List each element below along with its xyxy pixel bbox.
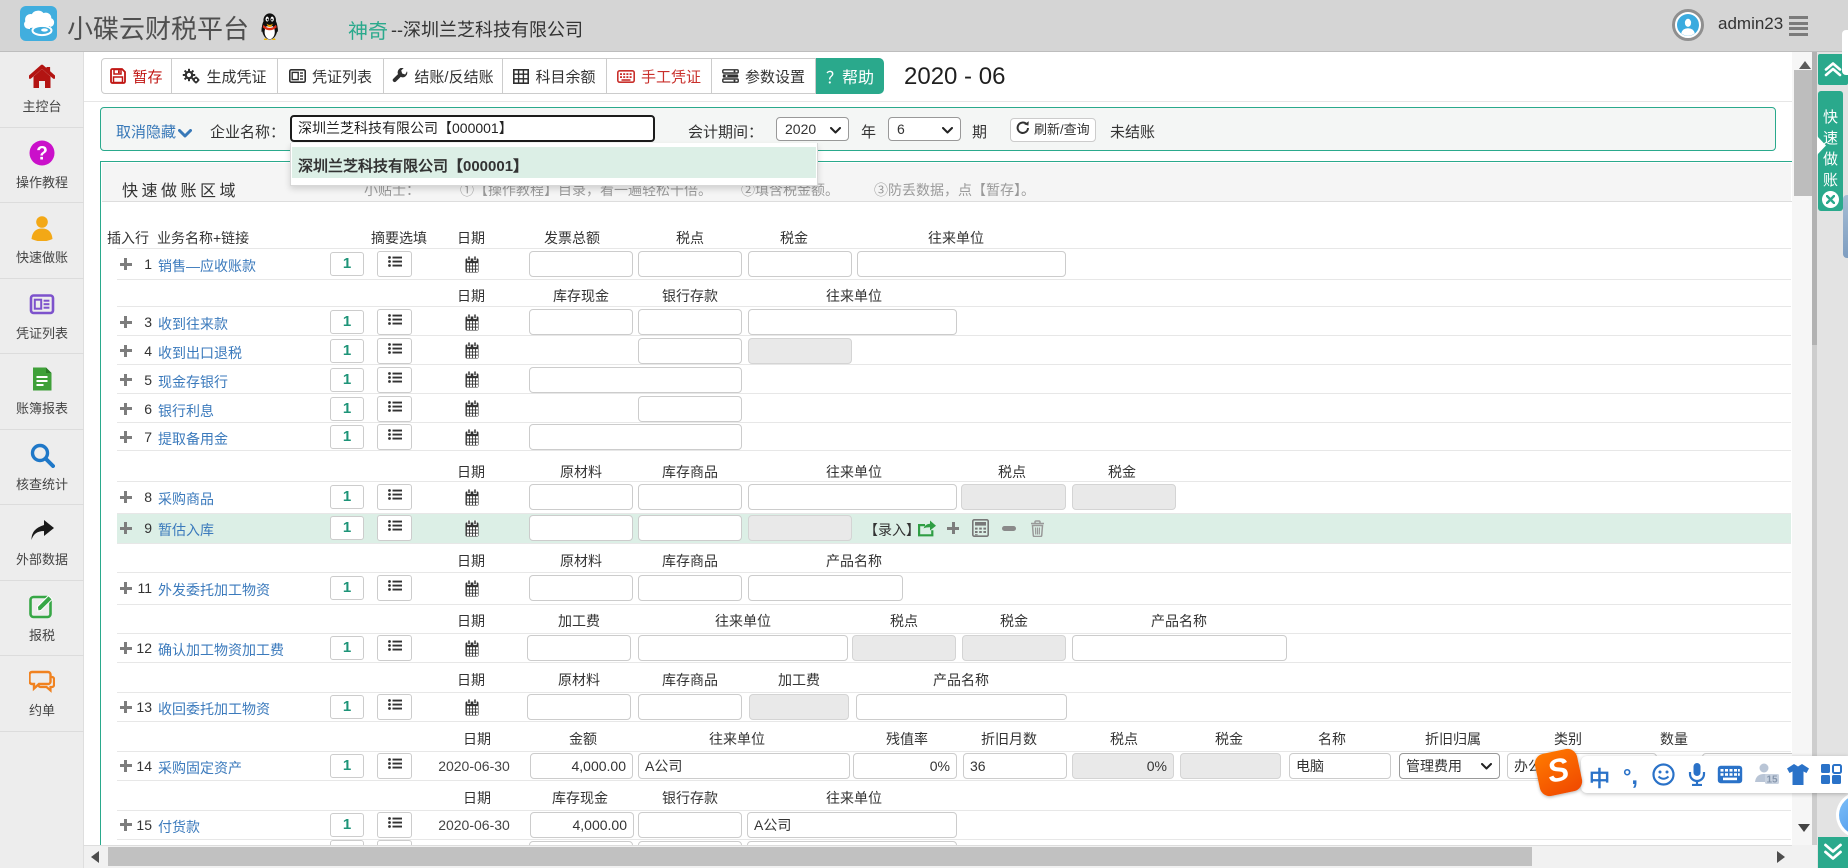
svg-text:15: 15 [1766,775,1778,786]
